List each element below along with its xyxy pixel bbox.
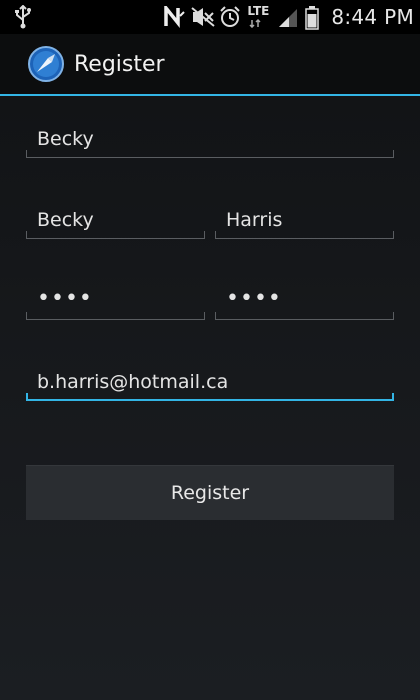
field-underline-focused: [26, 393, 394, 401]
register-button[interactable]: Register: [26, 465, 394, 520]
status-bar: LTE 8:44 PM: [0, 0, 420, 34]
last-name-value: Harris: [226, 209, 283, 231]
alarm-icon: [219, 6, 241, 28]
usb-icon: [12, 4, 34, 29]
mute-icon: [191, 6, 215, 28]
last-name-field[interactable]: Harris: [215, 205, 394, 239]
email-field[interactable]: b.harris@hotmail.ca: [26, 367, 394, 401]
username-field[interactable]: Becky: [26, 124, 394, 158]
app-icon[interactable]: [28, 46, 64, 82]
nfc-icon: [163, 3, 186, 28]
first-name-value: Becky: [37, 209, 94, 231]
first-name-field[interactable]: Becky: [26, 205, 205, 239]
register-screen: LTE 8:44 PM Register Becky Becky Harris …: [0, 0, 420, 700]
status-icons: LTE 8:44 PM: [163, 3, 414, 30]
field-underline: [26, 312, 205, 320]
password-field[interactable]: ••••: [26, 286, 205, 320]
field-underline: [215, 231, 394, 239]
field-underline: [26, 231, 205, 239]
action-bar: Register: [0, 34, 420, 96]
email-value: b.harris@hotmail.ca: [37, 371, 229, 393]
field-underline: [26, 150, 394, 158]
battery-icon: [305, 6, 320, 30]
lte-icon: LTE: [247, 4, 271, 28]
signal-icon: [277, 6, 299, 28]
password-value: ••••: [37, 286, 93, 311]
field-underline: [215, 312, 394, 320]
status-time: 8:44 PM: [331, 5, 414, 29]
page-title: Register: [74, 52, 165, 77]
confirm-password-value: ••••: [226, 286, 282, 311]
username-value: Becky: [37, 128, 94, 150]
confirm-password-field[interactable]: ••••: [215, 286, 394, 320]
